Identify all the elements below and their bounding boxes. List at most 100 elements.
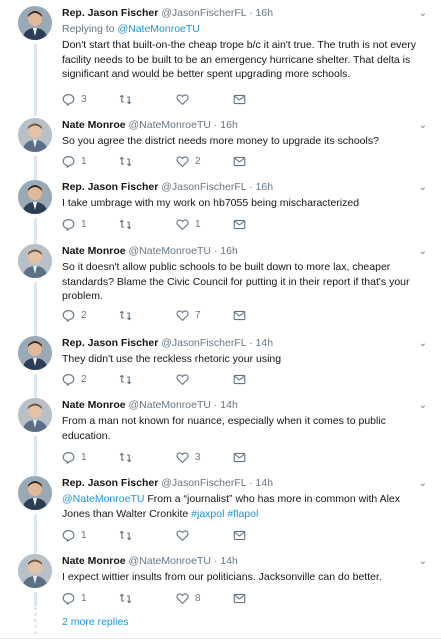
retweet-button[interactable]: [119, 449, 138, 465]
direct-message-button[interactable]: [233, 371, 246, 387]
reply-icon: [62, 592, 75, 605]
retweet-icon: [119, 593, 132, 603]
like-count: 3: [195, 451, 201, 463]
author-name[interactable]: Rep. Jason Fischer: [62, 337, 158, 349]
hashtag-link[interactable]: #jaxpol: [191, 508, 224, 520]
like-button[interactable]: 8: [176, 590, 201, 606]
direct-message-button[interactable]: [233, 307, 246, 323]
retweet-button[interactable]: [119, 307, 138, 323]
replying-handle-link[interactable]: @NateMonroeTU: [117, 23, 199, 35]
avatar[interactable]: [18, 336, 52, 370]
message-icon: [233, 219, 246, 229]
timestamp[interactable]: 16h: [220, 119, 238, 131]
retweet-icon: [119, 219, 132, 229]
thread-line: [34, 592, 37, 606]
author-name[interactable]: Nate Monroe: [62, 245, 126, 257]
retweet-button[interactable]: [119, 216, 138, 232]
author-handle[interactable]: @JasonFischerFL: [161, 477, 246, 489]
reply-button[interactable]: 1: [62, 216, 87, 232]
avatar[interactable]: [18, 244, 52, 278]
direct-message-button[interactable]: [233, 153, 246, 169]
reply-button[interactable]: 1: [62, 527, 87, 543]
hashtag-link[interactable]: #flapol: [227, 508, 258, 520]
like-button[interactable]: 7: [176, 307, 201, 323]
reply-button[interactable]: 1: [62, 449, 87, 465]
retweet-button[interactable]: [119, 527, 138, 543]
author-handle[interactable]: @NateMonroeTU: [129, 119, 211, 131]
avatar[interactable]: [18, 180, 52, 214]
timestamp[interactable]: 16h: [256, 181, 274, 193]
timestamp[interactable]: 14h: [256, 337, 274, 349]
avatar[interactable]: [18, 554, 52, 588]
reply-count: 2: [81, 309, 87, 321]
like-button[interactable]: [176, 91, 195, 107]
retweet-button[interactable]: [119, 590, 138, 606]
avatar[interactable]: [18, 118, 52, 152]
direct-message-button[interactable]: [233, 216, 246, 232]
tweet-actions: 1 3: [62, 449, 262, 465]
chevron-down-icon[interactable]: ⌄: [419, 246, 427, 257]
author-handle[interactable]: @NateMonroeTU: [129, 245, 211, 257]
chevron-down-icon[interactable]: ⌄: [419, 120, 427, 131]
reply-count: 1: [81, 218, 87, 230]
direct-message-button[interactable]: [233, 590, 246, 606]
reply-icon: [62, 218, 75, 231]
timestamp[interactable]: 16h: [220, 245, 238, 257]
reply-button[interactable]: 2: [62, 371, 87, 387]
message-icon: [233, 310, 246, 320]
author-name[interactable]: Nate Monroe: [62, 555, 126, 567]
retweet-button[interactable]: [119, 91, 138, 107]
tweet-actions: 1: [62, 527, 262, 543]
chevron-down-icon[interactable]: ⌄: [419, 478, 427, 489]
tweet-text: From a man not known for nuance, especia…: [62, 415, 386, 442]
author-handle[interactable]: @NateMonroeTU: [129, 399, 211, 411]
like-icon: [176, 592, 189, 604]
reply-button[interactable]: 2: [62, 307, 87, 323]
timestamp[interactable]: 14h: [256, 477, 274, 489]
avatar[interactable]: [18, 398, 52, 432]
author-handle[interactable]: @JasonFischerFL: [161, 181, 246, 193]
direct-message-button[interactable]: [233, 527, 246, 543]
like-button[interactable]: 2: [176, 153, 201, 169]
message-icon: [233, 374, 246, 384]
author-name[interactable]: Nate Monroe: [62, 119, 126, 131]
like-count: 2: [195, 155, 201, 167]
more-replies-link[interactable]: 2 more replies: [62, 616, 129, 628]
timestamp[interactable]: 14h: [220, 555, 238, 567]
reply-count: 1: [81, 451, 87, 463]
retweet-button[interactable]: [119, 371, 138, 387]
chevron-down-icon[interactable]: ⌄: [419, 8, 427, 19]
like-button[interactable]: [176, 371, 195, 387]
author-handle[interactable]: @NateMonroeTU: [129, 555, 211, 567]
author-handle[interactable]: @JasonFischerFL: [161, 337, 246, 349]
like-button[interactable]: [176, 527, 195, 543]
chevron-down-icon[interactable]: ⌄: [419, 182, 427, 193]
author-handle[interactable]: @JasonFischerFL: [161, 7, 246, 19]
reply-button[interactable]: 1: [62, 153, 87, 169]
reply-button[interactable]: 1: [62, 590, 87, 606]
chevron-down-icon[interactable]: ⌄: [419, 556, 427, 567]
avatar[interactable]: [18, 6, 52, 40]
avatar[interactable]: [18, 476, 52, 510]
reply-button[interactable]: 3: [62, 91, 87, 107]
timestamp[interactable]: 16h: [256, 7, 274, 19]
direct-message-button[interactable]: [233, 91, 246, 107]
direct-message-button[interactable]: [233, 449, 246, 465]
separator: ·: [249, 337, 253, 349]
like-button[interactable]: 1: [176, 216, 201, 232]
tweet-text: Don't start that built-on-the cheap trop…: [62, 39, 417, 80]
thread-line: [34, 514, 37, 558]
timestamp[interactable]: 14h: [220, 399, 238, 411]
author-name[interactable]: Rep. Jason Fischer: [62, 181, 158, 193]
chevron-down-icon[interactable]: ⌄: [419, 400, 427, 411]
author-name[interactable]: Rep. Jason Fischer: [62, 477, 158, 489]
retweet-button[interactable]: [119, 153, 138, 169]
author-name[interactable]: Rep. Jason Fischer: [62, 7, 158, 19]
replying-prefix: Replying to: [62, 23, 118, 35]
mention-link[interactable]: @NateMonroeTU: [62, 493, 144, 505]
chevron-down-icon[interactable]: ⌄: [419, 338, 427, 349]
author-name[interactable]: Nate Monroe: [62, 399, 126, 411]
like-button[interactable]: 3: [176, 449, 201, 465]
like-icon: [176, 451, 189, 463]
separator: ·: [249, 7, 253, 19]
